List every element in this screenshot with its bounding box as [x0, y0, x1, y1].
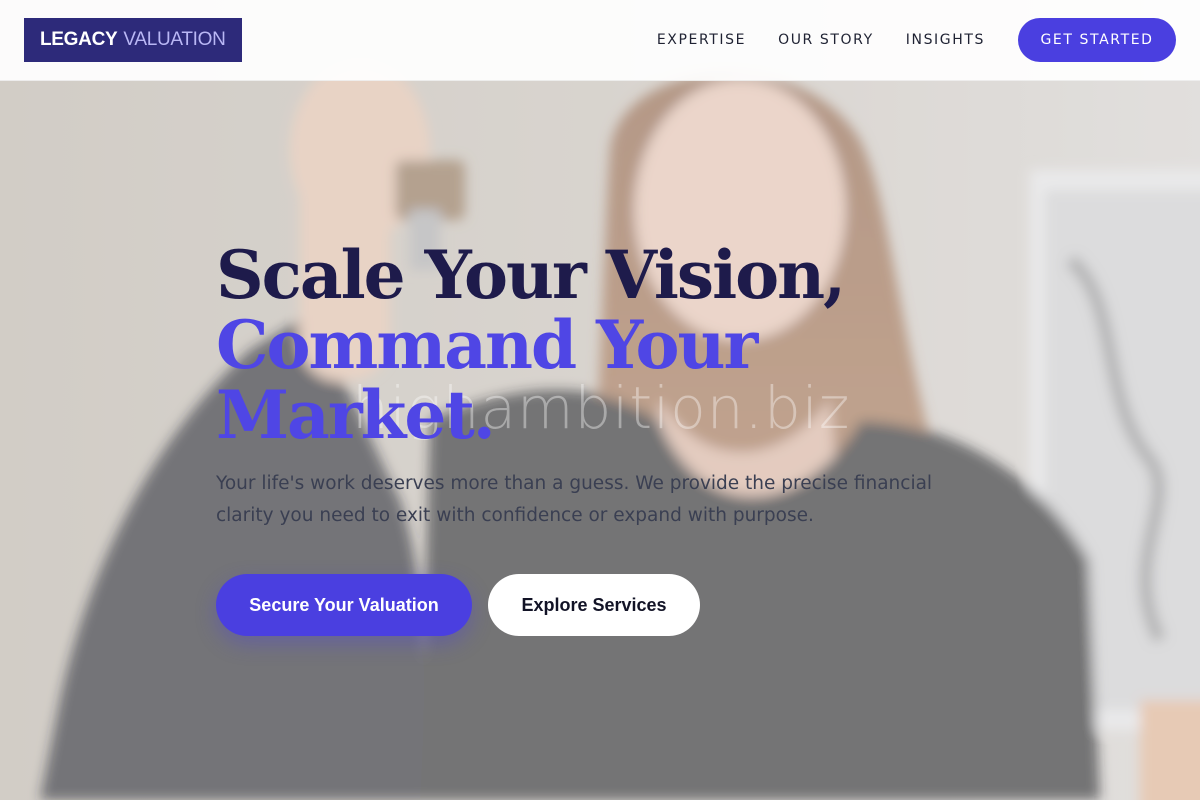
secure-valuation-button[interactable]: Secure Your Valuation [216, 574, 472, 636]
nav-link-our-story[interactable]: OUR STORY [778, 32, 874, 48]
nav-link-insights[interactable]: INSIGHTS [906, 32, 985, 48]
headline-line-2: Command Your [216, 306, 758, 384]
logo-text-valuation: VALUATION [123, 29, 226, 50]
hero-subtext: Your life's work deserves more than a gu… [216, 473, 933, 526]
headline-line-1: Scale Your Vision, [216, 236, 846, 314]
nav-link-expertise[interactable]: EXPERTISE [657, 32, 746, 48]
get-started-button[interactable]: GET STARTED [1018, 18, 1176, 62]
explore-services-button[interactable]: Explore Services [488, 574, 700, 636]
site-header: LEGACY VALUATION EXPERTISE OUR STORY INS… [0, 0, 1200, 81]
hero-button-row: Secure Your Valuation Explore Services [216, 574, 1016, 636]
main-nav: EXPERTISE OUR STORY INSIGHTS GET STARTED [625, 18, 1176, 62]
logo[interactable]: LEGACY VALUATION [24, 18, 242, 62]
hero-headline: Scale Your Vision, Command Your Market. [216, 240, 1016, 450]
logo-text-legacy: LEGACY [40, 29, 118, 50]
hero-section: highambition.biz Scale Your Vision, Comm… [0, 0, 1200, 800]
hero-content: Scale Your Vision, Command Your Market. … [216, 240, 1016, 636]
headline-line-3: Market. [216, 376, 496, 454]
